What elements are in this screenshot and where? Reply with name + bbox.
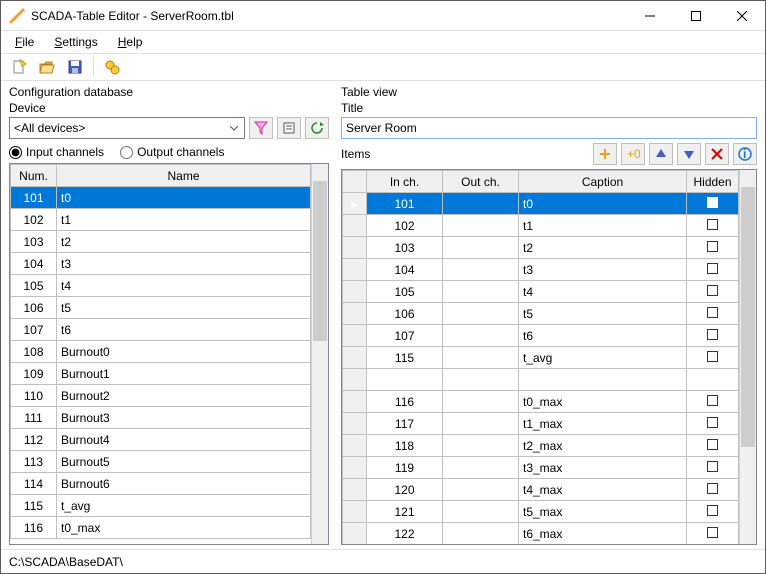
- col-name[interactable]: Name: [57, 165, 311, 187]
- table-row[interactable]: 116t0_max: [343, 391, 739, 413]
- minimize-button[interactable]: [627, 1, 673, 31]
- items-table[interactable]: In ch. Out ch. Caption Hidden ▸101t0102t…: [342, 170, 739, 544]
- table-row[interactable]: 101t0: [11, 187, 311, 209]
- config-panel-label: Configuration database: [9, 85, 329, 99]
- status-path: C:\SCADA\BaseDAT\: [9, 555, 123, 569]
- save-button[interactable]: [63, 55, 87, 79]
- list-button[interactable]: [277, 117, 301, 139]
- window-title: SCADA-Table Editor - ServerRoom.tbl: [31, 9, 627, 23]
- delete-button[interactable]: [705, 143, 729, 165]
- table-row[interactable]: 119t3_max: [343, 457, 739, 479]
- table-row[interactable]: 122t6_max: [343, 523, 739, 545]
- table-row[interactable]: 106t5: [343, 303, 739, 325]
- tableview-panel: Table view Title Items +0 i In ch. Out c…: [341, 85, 757, 545]
- table-row[interactable]: 103t2: [343, 237, 739, 259]
- info-button[interactable]: i: [733, 143, 757, 165]
- table-row[interactable]: 116t0_max: [11, 517, 311, 539]
- table-row[interactable]: 112Burnout4: [11, 429, 311, 451]
- table-row[interactable]: 106t5: [11, 297, 311, 319]
- table-row[interactable]: 113Burnout5: [11, 451, 311, 473]
- refresh-button[interactable]: [305, 117, 329, 139]
- items-label: Items: [341, 147, 589, 161]
- table-row[interactable]: 117t1_max: [343, 413, 739, 435]
- col-caption[interactable]: Caption: [519, 171, 687, 193]
- right-scrollbar[interactable]: [739, 170, 756, 544]
- toolbar: [1, 53, 765, 81]
- menubar: File Settings Help: [1, 31, 765, 53]
- title-input[interactable]: [341, 117, 757, 139]
- table-row[interactable]: 111Burnout3: [11, 407, 311, 429]
- device-label: Device: [9, 101, 329, 115]
- table-row[interactable]: 109Burnout1: [11, 363, 311, 385]
- left-scrollbar[interactable]: [311, 164, 328, 544]
- col-in[interactable]: In ch.: [367, 171, 443, 193]
- table-row[interactable]: 107t6: [343, 325, 739, 347]
- titlebar: SCADA-Table Editor - ServerRoom.tbl: [1, 1, 765, 31]
- table-row[interactable]: 105t4: [343, 281, 739, 303]
- move-down-button[interactable]: [677, 143, 701, 165]
- channels-table[interactable]: Num. Name 101t0102t1103t2104t3105t4106t5…: [10, 164, 311, 539]
- title-label: Title: [341, 101, 757, 115]
- table-row[interactable]: 120t4_max: [343, 479, 739, 501]
- table-row[interactable]: 104t3: [343, 259, 739, 281]
- svg-text:i: i: [743, 147, 746, 161]
- maximize-button[interactable]: [673, 1, 719, 31]
- col-num[interactable]: Num.: [11, 165, 57, 187]
- col-marker[interactable]: [343, 171, 367, 193]
- table-row[interactable]: 102t1: [343, 215, 739, 237]
- menu-settings[interactable]: Settings: [46, 33, 105, 51]
- table-row[interactable]: 103t2: [11, 231, 311, 253]
- table-row[interactable]: 115t_avg: [343, 347, 739, 369]
- chevron-down-icon: [225, 120, 242, 137]
- device-combo[interactable]: <All devices>: [9, 117, 245, 139]
- add-empty-button[interactable]: +0: [621, 143, 645, 165]
- svg-text:+0: +0: [627, 147, 640, 161]
- app-icon: [9, 8, 25, 24]
- table-row[interactable]: 102t1: [11, 209, 311, 231]
- menu-file[interactable]: File: [7, 33, 42, 51]
- table-row[interactable]: 108Burnout0: [11, 341, 311, 363]
- table-row[interactable]: 105t4: [11, 275, 311, 297]
- new-button[interactable]: [7, 55, 31, 79]
- tableview-label: Table view: [341, 85, 757, 99]
- table-row[interactable]: 118t2_max: [343, 435, 739, 457]
- table-row[interactable]: 115t_avg: [11, 495, 311, 517]
- menu-help[interactable]: Help: [110, 33, 151, 51]
- config-panel: Configuration database Device <All devic…: [9, 85, 329, 545]
- radio-output-channels[interactable]: Output channels: [120, 145, 224, 159]
- add-item-button[interactable]: [593, 143, 617, 165]
- table-row[interactable]: 107t6: [11, 319, 311, 341]
- table-row[interactable]: 104t3: [11, 253, 311, 275]
- table-row[interactable]: ▸101t0: [343, 193, 739, 215]
- move-up-button[interactable]: [649, 143, 673, 165]
- table-row[interactable]: 110Burnout2: [11, 385, 311, 407]
- statusbar: C:\SCADA\BaseDAT\: [1, 549, 765, 573]
- radio-input-channels[interactable]: Input channels: [9, 145, 104, 159]
- table-row[interactable]: 114Burnout6: [11, 473, 311, 495]
- col-hidden[interactable]: Hidden: [687, 171, 739, 193]
- table-row[interactable]: [343, 369, 739, 391]
- open-button[interactable]: [35, 55, 59, 79]
- settings-button[interactable]: [100, 55, 124, 79]
- device-value: <All devices>: [14, 121, 85, 135]
- table-row[interactable]: 121t5_max: [343, 501, 739, 523]
- col-out[interactable]: Out ch.: [443, 171, 519, 193]
- filter-button[interactable]: [249, 117, 273, 139]
- close-button[interactable]: [719, 1, 765, 31]
